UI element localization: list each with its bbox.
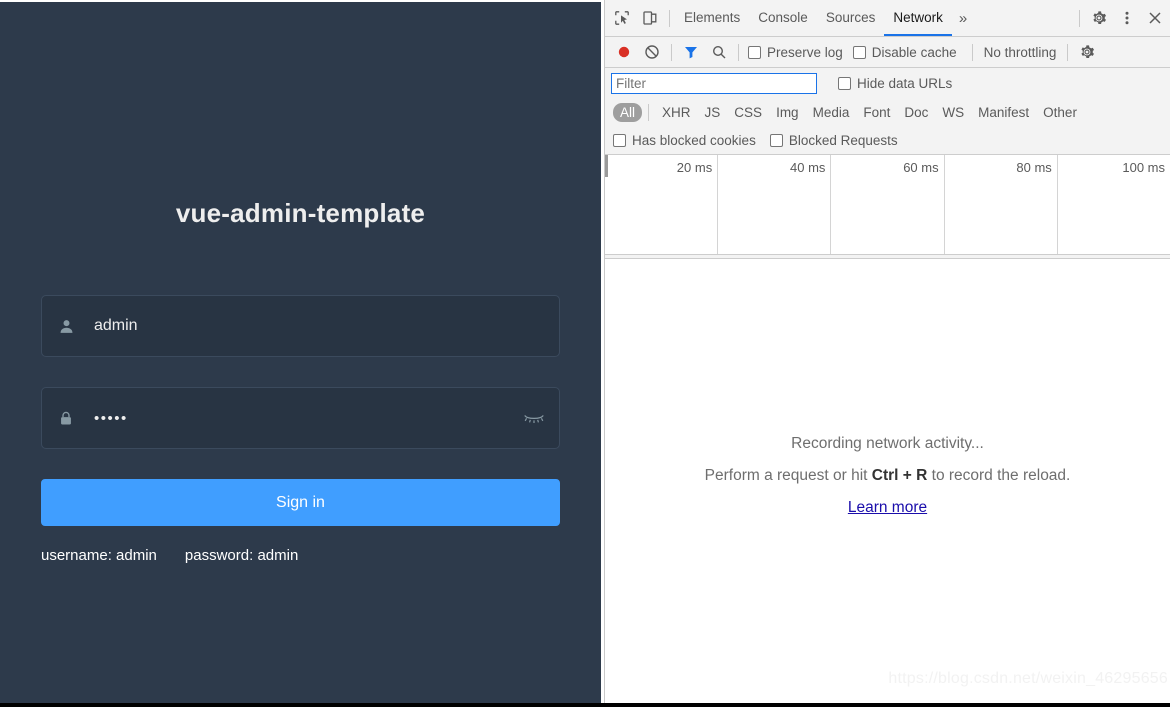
clear-no-entry-icon[interactable] bbox=[638, 38, 666, 66]
has-blocked-cookies-checkbox[interactable]: Has blocked cookies bbox=[613, 133, 756, 148]
type-filter-js[interactable]: JS bbox=[698, 103, 728, 122]
hide-data-urls-label: Hide data URLs bbox=[857, 75, 953, 91]
type-filter-xhr[interactable]: XHR bbox=[655, 103, 698, 122]
password-input[interactable] bbox=[90, 394, 509, 442]
login-hint: username: admin password: admin bbox=[41, 547, 560, 564]
tab-elements[interactable]: Elements bbox=[675, 0, 749, 36]
throttling-select[interactable]: No throttling bbox=[978, 45, 1063, 60]
devtools-tabbar-actions bbox=[1074, 4, 1170, 32]
learn-more-link[interactable]: Learn more bbox=[848, 499, 927, 517]
magnifier-icon[interactable] bbox=[705, 38, 733, 66]
hint-username: username: admin bbox=[41, 547, 157, 564]
tabbar-divider-2 bbox=[1079, 9, 1080, 27]
hide-data-urls-checkbox[interactable]: Hide data URLs bbox=[838, 76, 952, 91]
user-icon bbox=[42, 318, 90, 335]
inspect-element-icon[interactable] bbox=[608, 4, 636, 32]
type-filter-doc[interactable]: Doc bbox=[897, 103, 935, 122]
tab-sources[interactable]: Sources bbox=[817, 0, 885, 36]
vue-admin-login-page: vue-admin-template admin ••••• Sign in u… bbox=[0, 2, 601, 703]
blocked-requests-label: Blocked Requests bbox=[788, 132, 898, 148]
checkbox-box bbox=[852, 45, 866, 59]
screen: vue-admin-template admin ••••• Sign in u… bbox=[0, 0, 1170, 707]
recording-hint-text: Perform a request or hit Ctrl + R to rec… bbox=[705, 467, 1071, 485]
gear-icon[interactable] bbox=[1073, 38, 1101, 66]
kebab-menu-icon[interactable] bbox=[1113, 4, 1141, 32]
timeline-tick-label: 80 ms bbox=[1016, 160, 1052, 175]
filter-input[interactable] bbox=[611, 72, 817, 94]
timeline-tick-label: 60 ms bbox=[903, 160, 939, 175]
timeline-cell: 60 ms bbox=[831, 155, 945, 254]
blocked-filters-row: Has blocked cookies Blocked Requests bbox=[605, 126, 1170, 155]
type-filter-all[interactable]: All bbox=[613, 102, 643, 122]
toolbar-divider-3 bbox=[971, 43, 973, 61]
timeline-tick-label: 40 ms bbox=[790, 160, 826, 175]
type-filter-font[interactable]: Font bbox=[856, 103, 897, 122]
signin-button[interactable]: Sign in bbox=[41, 479, 560, 526]
record-circle-icon[interactable] bbox=[610, 38, 638, 66]
preserve-log-checkbox[interactable]: Preserve log bbox=[748, 45, 843, 60]
tab-console[interactable]: Console bbox=[749, 0, 817, 36]
gear-icon[interactable] bbox=[1085, 4, 1113, 32]
type-filter-manifest[interactable]: Manifest bbox=[971, 103, 1036, 122]
typebar-divider bbox=[648, 103, 650, 121]
devtools-tabbar: Elements Console Sources Network » bbox=[605, 0, 1170, 37]
timeline-cell: 80 ms bbox=[945, 155, 1058, 254]
timeline-cell: 40 ms bbox=[718, 155, 832, 254]
blocked-requests-checkbox[interactable]: Blocked Requests bbox=[769, 132, 898, 148]
timeline-cell: 100 ms bbox=[1058, 155, 1170, 254]
tabbar-divider-1 bbox=[669, 9, 670, 27]
network-toolbar: Preserve log Disable cache No throttling bbox=[605, 37, 1170, 68]
type-filter-css[interactable]: CSS bbox=[727, 103, 769, 122]
recording-status-text: Recording network activity... bbox=[791, 435, 984, 452]
chevron-double-right-icon[interactable]: » bbox=[952, 10, 974, 27]
type-filter-other[interactable]: Other bbox=[1036, 103, 1084, 122]
network-empty-state: Recording network activity... Perform a … bbox=[605, 259, 1170, 693]
network-filterbar: Hide data URLs bbox=[605, 68, 1170, 98]
disable-cache-label: Disable cache bbox=[871, 44, 957, 60]
resource-type-filters: All XHR JS CSS Img Media Font Doc WS Man… bbox=[605, 98, 1170, 126]
toolbar-divider-2 bbox=[738, 43, 739, 61]
device-toolbar-icon[interactable] bbox=[636, 4, 664, 32]
network-timeline-overview[interactable]: 20 ms 40 ms 60 ms 80 ms 100 ms bbox=[605, 155, 1170, 255]
toolbar-divider-1 bbox=[671, 43, 672, 61]
timeline-tick-label: 20 ms bbox=[676, 160, 713, 175]
username-input[interactable] bbox=[90, 302, 559, 350]
type-filter-media[interactable]: Media bbox=[806, 103, 857, 122]
preserve-log-label: Preserve log bbox=[767, 44, 843, 60]
toolbar-divider-4 bbox=[1067, 43, 1069, 61]
tab-network[interactable]: Network bbox=[884, 0, 952, 36]
timeline-cell: 20 ms bbox=[605, 155, 719, 254]
close-icon[interactable] bbox=[1141, 4, 1169, 32]
lock-icon bbox=[42, 410, 90, 427]
password-field[interactable] bbox=[41, 387, 560, 449]
hint-password: password: admin bbox=[184, 547, 299, 564]
disable-cache-checkbox[interactable]: Disable cache bbox=[852, 44, 957, 60]
username-field[interactable] bbox=[41, 295, 560, 357]
watermark-text: https://blog.csdn.net/weixin_46295656 bbox=[888, 670, 1168, 687]
timeline-tick-label: 100 ms bbox=[1122, 160, 1166, 175]
checkbox-box bbox=[769, 133, 783, 147]
login-form: vue-admin-template admin ••••• Sign in u… bbox=[41, 2, 560, 564]
hint-prefix: Perform a request or hit bbox=[704, 467, 872, 484]
filter-funnel-icon[interactable] bbox=[677, 38, 705, 66]
has-blocked-cookies-label: Has blocked cookies bbox=[632, 132, 756, 148]
type-filter-ws[interactable]: WS bbox=[935, 103, 971, 122]
hint-suffix: to record the reload. bbox=[927, 467, 1071, 484]
page-title: vue-admin-template bbox=[175, 198, 426, 228]
eye-closed-icon[interactable] bbox=[509, 412, 559, 424]
shortcut-text: Ctrl + R bbox=[871, 467, 928, 484]
devtools-panel: Elements Console Sources Network » Prese… bbox=[605, 0, 1170, 703]
type-filter-img[interactable]: Img bbox=[769, 103, 806, 122]
checkbox-box bbox=[748, 45, 761, 59]
checkbox-box bbox=[613, 133, 626, 147]
bottom-strip bbox=[0, 703, 1170, 707]
checkbox-box bbox=[838, 76, 851, 90]
